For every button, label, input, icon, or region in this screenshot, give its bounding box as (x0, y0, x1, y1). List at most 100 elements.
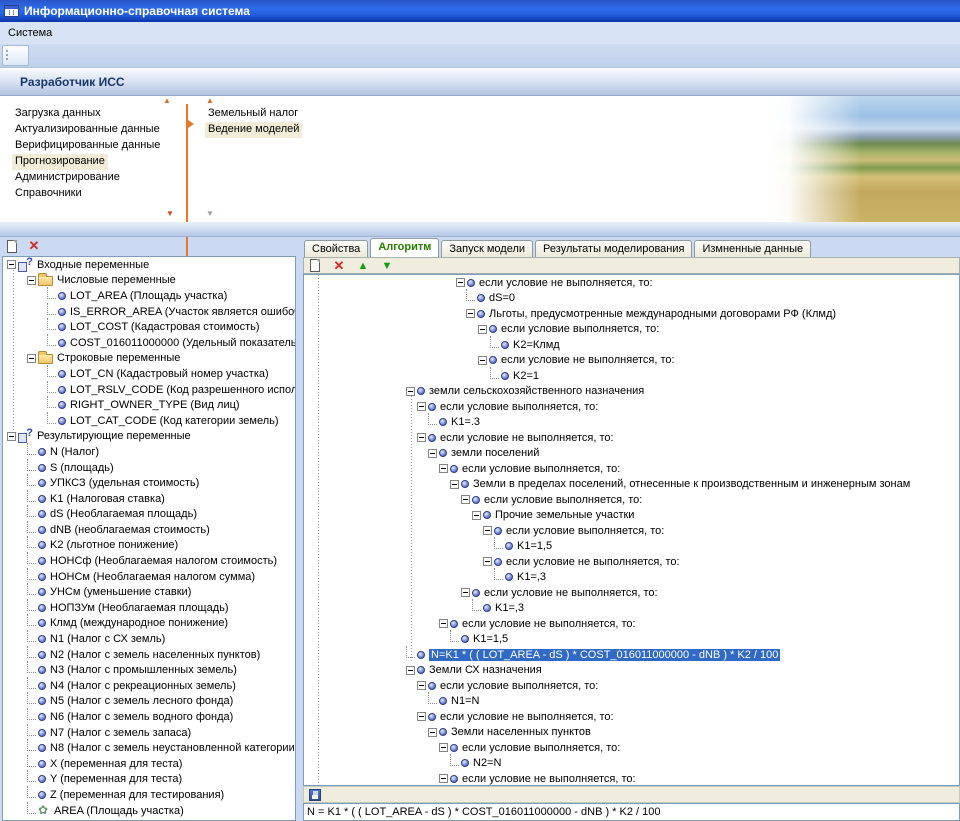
expand-collapse-box[interactable] (428, 449, 437, 458)
scroll-up-icon[interactable]: ▲ (163, 97, 171, 105)
nav-item-Администрирование[interactable]: Администрирование (12, 170, 123, 186)
new-item-button[interactable] (307, 258, 323, 273)
tree-item[interactable]: COST_016011000000 (Удельный показатель с… (3, 335, 295, 351)
expand-collapse-box[interactable] (483, 526, 492, 535)
nav-item-Загрузка данных[interactable]: Загрузка данных (12, 106, 104, 122)
expand-collapse-box[interactable] (417, 681, 426, 690)
tree-item[interactable]: IS_ERROR_AREA (Участок является ошибочны… (3, 304, 295, 320)
tab-Алгоритм[interactable]: Алгоритм (370, 238, 439, 257)
scroll-down-icon[interactable]: ▼ (206, 210, 214, 218)
toolbar-grip-button[interactable] (2, 45, 29, 66)
expand-collapse-box[interactable] (450, 480, 459, 489)
tree-item[interactable]: LOT_COST (Кадастровая стоимость) (3, 319, 295, 335)
tree-item[interactable]: N6 (Налог с земель водного фонда) (3, 709, 295, 725)
algorithm-row[interactable]: Земли населенных пунктов (304, 725, 959, 741)
tree-item[interactable]: N1 (Налог с СХ земль) (3, 631, 295, 647)
nav-item-Земельный налог[interactable]: Земельный налог (205, 106, 301, 122)
algorithm-row[interactable]: если условие не выполняется, то: (304, 709, 959, 725)
algorithm-row[interactable]: если условие выполняется, то: (304, 461, 959, 477)
tree-item[interactable]: K1 (Налоговая ставка) (3, 491, 295, 507)
tree-item[interactable]: N (Налог) (3, 444, 295, 460)
expand-collapse-box[interactable] (439, 464, 448, 473)
tree-item[interactable]: K2 (льготное понижение) (3, 538, 295, 554)
tab-Измненные данные[interactable]: Измненные данные (694, 240, 811, 257)
algorithm-row[interactable]: земли поселений (304, 446, 959, 462)
algorithm-row[interactable]: K1=1,5 (304, 632, 959, 648)
move-down-button[interactable]: ▼ (379, 258, 395, 273)
tree-item[interactable]: RIGHT_OWNER_TYPE (Вид лиц) (3, 397, 295, 413)
formula-bar[interactable]: N = K1 * ( ( LOT_AREA - dS ) * COST_0160… (303, 803, 960, 821)
save-button[interactable] (307, 787, 323, 802)
algorithm-row[interactable]: если условие выполняется, то: (304, 492, 959, 508)
expand-collapse-box[interactable] (406, 666, 415, 675)
tree-item[interactable]: Результирующие переменные (3, 429, 295, 445)
expand-collapse-box[interactable] (7, 260, 16, 269)
algorithm-row[interactable]: N1=N (304, 694, 959, 710)
expand-collapse-box[interactable] (417, 402, 426, 411)
expand-collapse-box[interactable] (478, 325, 487, 334)
expand-collapse-box[interactable] (417, 712, 426, 721)
tree-item[interactable]: НОНСм (Необлагаемая налогом сумма) (3, 569, 295, 585)
algorithm-row[interactable]: K1=,3 (304, 570, 959, 586)
tree-item[interactable]: N4 (Налог с рекреационных земель) (3, 678, 295, 694)
tree-item[interactable]: Клмд (международное понижение) (3, 616, 295, 632)
tree-item[interactable]: НОПЗУм (Необлагаемая площадь) (3, 600, 295, 616)
algorithm-row[interactable]: если условие не выполняется, то: (304, 616, 959, 632)
tree-item[interactable]: N8 (Налог с земель неустановленной катег… (3, 740, 295, 756)
delete-button[interactable]: ✕ (331, 258, 347, 273)
tree-item[interactable]: LOT_AREA (Площадь участка) (3, 288, 295, 304)
tree-item[interactable]: N7 (Налог с земель запаса) (3, 725, 295, 741)
nav-item-Ведение моделей[interactable]: Ведение моделей (205, 122, 302, 138)
expand-collapse-box[interactable] (461, 495, 470, 504)
expand-collapse-box[interactable] (466, 309, 475, 318)
algorithm-row[interactable]: N2=N (304, 756, 959, 772)
tree-item[interactable]: Y (переменная для теста) (3, 772, 295, 788)
tree-item[interactable]: Z (переменная для тестирования) (3, 787, 295, 803)
algorithm-row[interactable]: если условие не выполняется, то: (304, 554, 959, 570)
tree-item[interactable]: Входные переменные (3, 257, 295, 273)
tree-item[interactable]: dNB (необлагаемая стоимость) (3, 522, 295, 538)
algorithm-row[interactable]: если условие выполняется, то: (304, 523, 959, 539)
algorithm-row[interactable]: Земли в пределах поселений, отнесенные к… (304, 477, 959, 493)
tree-item[interactable]: УПКСЗ (удельная стоимость) (3, 475, 295, 491)
expand-collapse-box[interactable] (439, 743, 448, 752)
tree-item[interactable]: LOT_CN (Кадастровый номер участка) (3, 366, 295, 382)
expand-collapse-box[interactable] (27, 354, 36, 363)
expand-collapse-box[interactable] (428, 728, 437, 737)
algorithm-row[interactable]: K1=,3 (304, 601, 959, 617)
expand-collapse-box[interactable] (439, 619, 448, 628)
expand-collapse-box[interactable] (456, 278, 465, 287)
tab-Свойства[interactable]: Свойства (304, 240, 368, 257)
move-up-button[interactable]: ▲ (355, 258, 371, 273)
expand-collapse-box[interactable] (417, 433, 426, 442)
tree-item[interactable]: X (переменная для теста) (3, 756, 295, 772)
scroll-up-icon[interactable]: ▲ (206, 97, 214, 105)
algorithm-row[interactable]: K2=1 (304, 368, 959, 384)
algorithm-row[interactable]: если условие не выполняется, то: (304, 353, 959, 369)
tree-item[interactable]: УНСм (уменьшение ставки) (3, 584, 295, 600)
expand-collapse-box[interactable] (472, 511, 481, 520)
tree-item[interactable]: LOT_CAT_CODE (Код категории земель) (3, 413, 295, 429)
nav-item-Актуализированные данные[interactable]: Актуализированные данные (12, 122, 163, 138)
algorithm-row[interactable]: Земли СХ назначения (304, 663, 959, 679)
scroll-down-icon[interactable]: ▼ (166, 210, 174, 218)
tree-item[interactable]: LOT_RSLV_CODE (Код разрешенного использо… (3, 382, 295, 398)
nav-item-Справочники[interactable]: Справочники (12, 186, 85, 202)
algorithm-row[interactable]: если условие выполняется, то: (304, 399, 959, 415)
expand-collapse-box[interactable] (406, 387, 415, 396)
algorithm-row[interactable]: Льготы, предусмотренные международными д… (304, 306, 959, 322)
expand-collapse-box[interactable] (478, 356, 487, 365)
tree-item[interactable]: S (площадь) (3, 460, 295, 476)
expand-collapse-box[interactable] (483, 557, 492, 566)
new-item-button[interactable] (4, 239, 20, 254)
algorithm-row[interactable]: если условие выполняется, то: (304, 322, 959, 338)
expand-collapse-box[interactable] (7, 432, 16, 441)
algorithm-row[interactable]: N=K1 * ( ( LOT_AREA - dS ) * COST_016011… (304, 647, 959, 663)
tree-item[interactable]: Строковые переменные (3, 351, 295, 367)
algorithm-row[interactable]: K1=1,5 (304, 539, 959, 555)
algorithm-row[interactable]: если условие не выполняется, то: (304, 430, 959, 446)
tree-item[interactable]: Числовые переменные (3, 273, 295, 289)
algorithm-row[interactable]: K2=Клмд (304, 337, 959, 353)
algorithm-row[interactable]: если условие выполняется, то: (304, 678, 959, 694)
algorithm-row[interactable]: Прочие земельные участки (304, 508, 959, 524)
